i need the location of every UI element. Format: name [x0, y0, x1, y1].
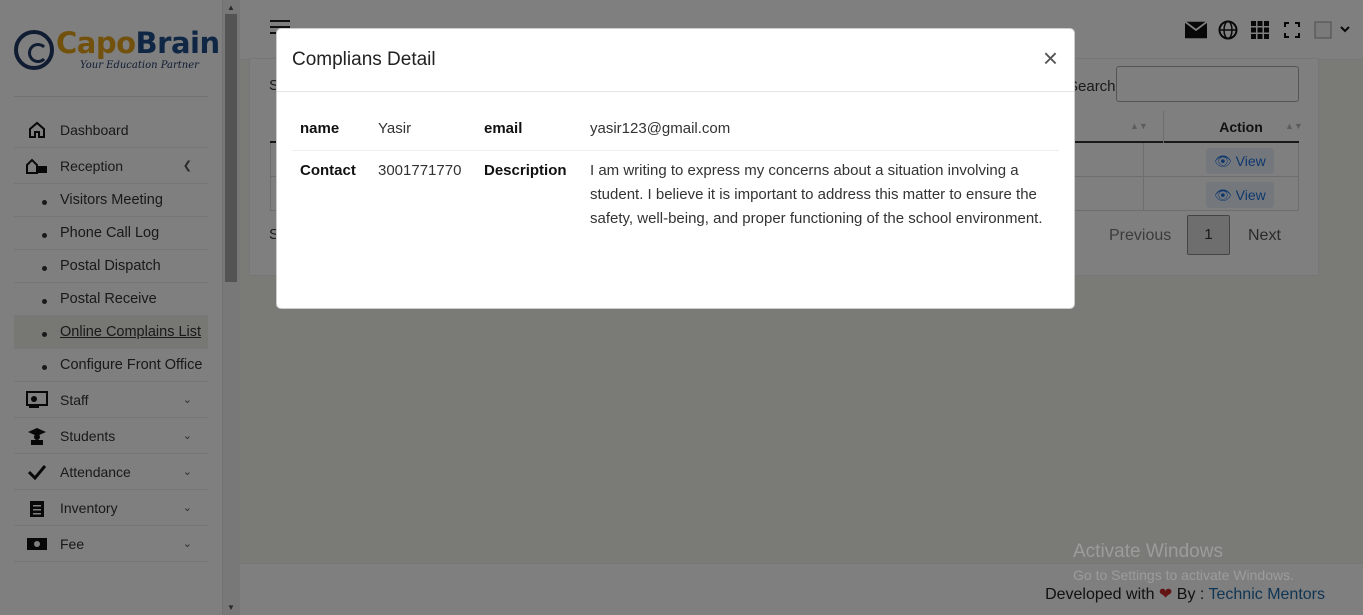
table-row: name Yasir email yasir123@gmail.com [292, 109, 1059, 151]
modal-header: Complians Detail × [277, 29, 1074, 92]
description-label: Description [484, 162, 567, 179]
activate-windows-title: Activate Windows [1073, 541, 1223, 562]
complaint-detail-modal: Complians Detail × name Yasir email yasi… [276, 28, 1075, 309]
table-row: Contact 3001771770 Description I am writ… [292, 151, 1059, 240]
complaint-detail-table: name Yasir email yasir123@gmail.com Cont… [292, 109, 1059, 239]
contact-value: 3001771770 [378, 162, 462, 179]
close-icon[interactable]: × [1043, 45, 1058, 71]
email-value: yasir123@gmail.com [582, 109, 1059, 151]
name-label: name [292, 109, 370, 151]
activate-windows-subtitle: Go to Settings to activate Windows. [1073, 567, 1294, 583]
description-value: I am writing to express my concerns abou… [590, 162, 1043, 227]
modal-title: Complians Detail [292, 49, 436, 70]
email-label: email [476, 109, 582, 151]
name-value: Yasir [370, 109, 476, 151]
contact-label: Contact [300, 162, 356, 179]
